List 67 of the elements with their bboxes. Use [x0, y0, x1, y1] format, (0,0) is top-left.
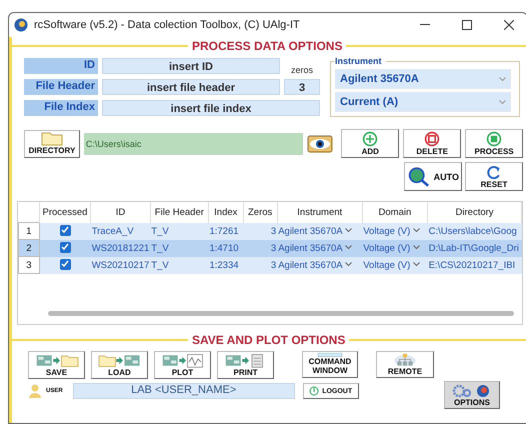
folder-icon [40, 132, 63, 146]
dropdown[interactable]: Agilent 35670A [335, 69, 511, 89]
group-title: Instrument [335, 56, 386, 66]
zeros-field[interactable]: 3 [284, 79, 320, 95]
field-label: ID [24, 58, 98, 74]
magnifier-icon [407, 164, 432, 188]
remote-button[interactable]: REMOTE [376, 351, 434, 378]
chevron-icon[interactable] [344, 228, 352, 234]
row-number: 3 [18, 256, 40, 274]
dropdown[interactable]: Current (A) [335, 92, 511, 112]
chevron-icon[interactable] [344, 245, 352, 250]
minimize-icon[interactable] [420, 24, 430, 26]
reset-button[interactable]: RESET [465, 162, 523, 191]
section-title: PROCESS DATA OPTIONS [192, 39, 342, 53]
table-cell: 1:7261 [209, 226, 239, 236]
table-cell: WS20181221 [92, 242, 150, 254]
gears-icon [452, 384, 492, 398]
directory-button[interactable]: DIRECTORY [24, 130, 80, 158]
table-cell: T_V [151, 242, 169, 254]
eye-icon[interactable] [307, 134, 334, 154]
table-cell: 3 [270, 242, 276, 254]
table-cell: T_V [151, 226, 169, 236]
chevron-icon[interactable] [412, 228, 420, 234]
zeros-label: zeros [290, 65, 314, 75]
table-cell: 1:4710 [209, 242, 239, 254]
table-cell: C:\Users\labce\Goog [428, 226, 517, 236]
window-title: rcSoftware (v5.2) - Data colection Toolbox, (C) UAlg-IT [34, 19, 301, 31]
power-icon [309, 386, 320, 396]
user-field[interactable]: LAB <USER_NAME> [72, 383, 295, 399]
plot-button[interactable]: PLOT [154, 351, 211, 379]
chevron-icon[interactable] [412, 245, 420, 250]
id-field[interactable]: insert ID [102, 58, 280, 74]
command-button[interactable]: COMMAND WINDOW [302, 351, 358, 378]
checkbox[interactable] [60, 242, 71, 253]
section-title: SAVE AND PLOT OPTIONS [192, 333, 346, 347]
maximize-icon[interactable] [462, 20, 472, 30]
table-cell: T_V [151, 260, 169, 270]
file-header-field[interactable]: insert file header [102, 79, 280, 95]
user-icon [28, 384, 42, 398]
options-button[interactable]: OPTIONS [444, 381, 500, 409]
process-button[interactable]: PROCESS [465, 129, 524, 158]
table-cell: 3 [270, 260, 276, 270]
file-index-field[interactable]: insert file index [102, 100, 320, 116]
table-cell: E:\CS\20210217_IBI [428, 260, 516, 270]
directory-field[interactable]: C:\Users\isaic [84, 132, 304, 154]
chevron-icon[interactable] [412, 262, 420, 268]
app-icon [14, 18, 28, 32]
print-button[interactable]: PRINT [217, 351, 274, 379]
save-button[interactable]: SAVE [28, 351, 85, 379]
table-cell: 1:2334 [209, 260, 239, 270]
load-button[interactable]: LOAD [91, 351, 148, 379]
field-label: File Index [24, 100, 98, 116]
chevron-icon[interactable] [344, 262, 352, 268]
table-cell: TraceA_V [92, 226, 134, 236]
row-number: 1 [18, 222, 40, 240]
delete-button[interactable]: DELETE [403, 129, 462, 158]
field-label: File Header [24, 79, 98, 95]
table-cell: D:\Lab-IT\Google_Dri [428, 242, 519, 254]
checkbox[interactable] [60, 224, 71, 236]
scrollbar[interactable] [48, 311, 514, 316]
add-button[interactable]: ADD [341, 129, 400, 158]
table-cell: WS20210217 [92, 260, 150, 270]
auto-button[interactable]: AUTO [404, 162, 462, 191]
table-cell: 3 [270, 226, 276, 236]
checkbox[interactable] [60, 258, 71, 270]
close-icon[interactable] [504, 20, 514, 30]
row-number: 2 [18, 240, 40, 256]
